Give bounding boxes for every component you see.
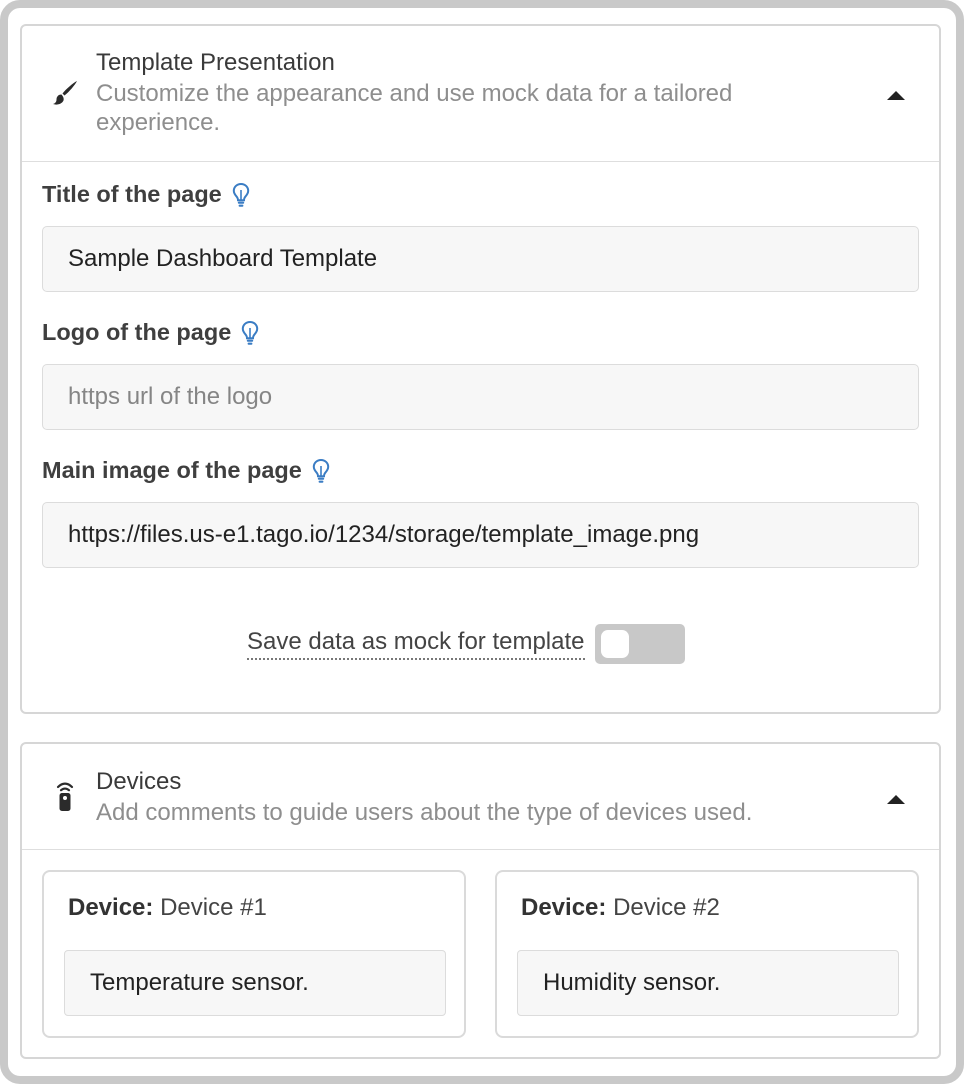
panel-description: Add comments to guide users about the ty… [96, 799, 753, 826]
paint-brush-icon [50, 78, 80, 108]
template-presentation-panel: Template Presentation Customize the appe… [20, 24, 941, 714]
collapse-caret-up-icon[interactable] [883, 786, 909, 812]
main-image-field-label: Main image of the page [42, 457, 330, 484]
device-card: Device: Device #1 [42, 870, 466, 1038]
toggle-knob [600, 630, 629, 658]
logo-field-label: Logo of the page [42, 319, 259, 346]
device-name: Device #2 [613, 894, 720, 921]
mock-toggle-label[interactable]: Save data as mock for template [247, 628, 585, 660]
title-field-label: Title of the page [42, 181, 250, 208]
template-presentation-header[interactable]: Template Presentation Customize the appe… [22, 26, 939, 162]
device-card: Device: Device #2 [495, 870, 919, 1038]
panel-description: Customize the appearance and use mock da… [96, 80, 733, 136]
devices-panel: Devices Add comments to guide users abou… [20, 742, 941, 1059]
lightbulb-hint-icon[interactable] [241, 320, 259, 346]
page-title-input[interactable] [42, 226, 919, 292]
collapse-caret-up-icon[interactable] [883, 82, 909, 108]
main-image-url-input[interactable] [42, 502, 919, 568]
logo-url-input[interactable] [42, 364, 919, 430]
device-heading: Device: Device #1 [68, 894, 267, 921]
devices-header[interactable]: Devices Add comments to guide users abou… [22, 744, 939, 850]
device-name: Device #1 [160, 894, 267, 921]
device-comment-input[interactable] [517, 950, 899, 1016]
lightbulb-hint-icon[interactable] [312, 458, 330, 484]
device-comment-input[interactable] [64, 950, 446, 1016]
remote-device-icon [50, 782, 80, 812]
mock-data-toggle[interactable] [594, 624, 685, 664]
mock-data-toggle-row: Save data as mock for template [247, 624, 685, 664]
device-heading: Device: Device #2 [521, 894, 720, 921]
lightbulb-hint-icon[interactable] [232, 182, 250, 208]
panel-title: Devices [96, 768, 182, 795]
panel-title: Template Presentation [96, 49, 335, 76]
